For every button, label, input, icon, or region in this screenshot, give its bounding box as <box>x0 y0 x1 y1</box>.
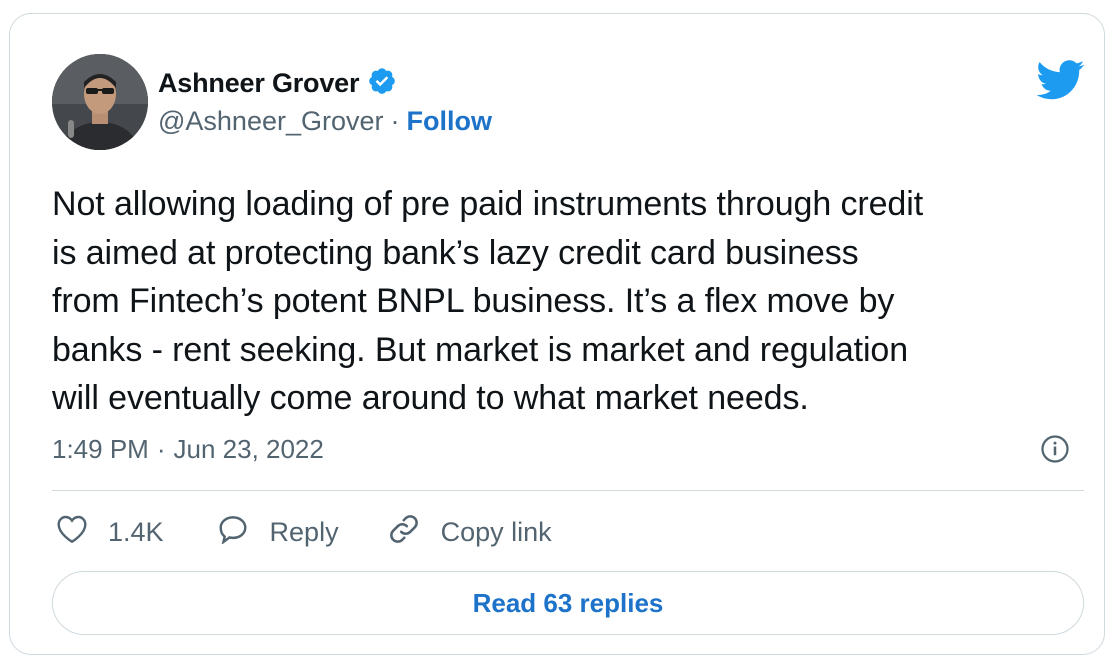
divider <box>52 490 1084 491</box>
reply-button[interactable]: Reply <box>216 514 339 551</box>
verified-badge-icon <box>367 66 397 101</box>
author-handle[interactable]: @Ashneer_Grover <box>158 106 384 137</box>
tweet-date: Jun 23, 2022 <box>173 434 324 464</box>
follow-link[interactable]: Follow <box>407 106 492 137</box>
link-icon <box>387 512 421 553</box>
tweet-text: Not allowing loading of pre paid instrum… <box>52 185 924 417</box>
copy-link-label: Copy link <box>440 517 552 547</box>
reply-label: Reply <box>269 517 339 547</box>
embedded-tweet-card: Ashneer Grover @Ashneer_Grover · Follow … <box>9 13 1105 655</box>
twitter-bird-icon[interactable] <box>1036 60 1085 105</box>
author-name-row: Ashneer Grover <box>158 66 397 101</box>
tweet-actions: 1.4K Reply Copy link <box>56 512 552 553</box>
speech-bubble-icon <box>216 514 250 551</box>
like-count: 1.4K <box>108 517 164 547</box>
author-name[interactable]: Ashneer Grover <box>158 68 359 99</box>
separator: · <box>390 106 400 136</box>
separator: · <box>156 434 166 464</box>
tweet-timestamp[interactable]: 1:49 PM · Jun 23, 2022 <box>52 434 324 465</box>
heart-icon <box>56 514 88 551</box>
info-icon[interactable] <box>1040 434 1070 469</box>
read-replies-button[interactable]: Read 63 replies <box>52 571 1084 635</box>
like-button[interactable]: 1.4K <box>56 514 164 551</box>
profile-photo <box>52 54 148 150</box>
tweet-time: 1:49 PM <box>52 434 149 464</box>
author-handle-row: @Ashneer_Grover · Follow <box>158 106 492 137</box>
read-replies-label: Read 63 replies <box>472 587 664 618</box>
copy-link-button[interactable]: Copy link <box>387 512 552 553</box>
avatar[interactable] <box>52 54 148 150</box>
